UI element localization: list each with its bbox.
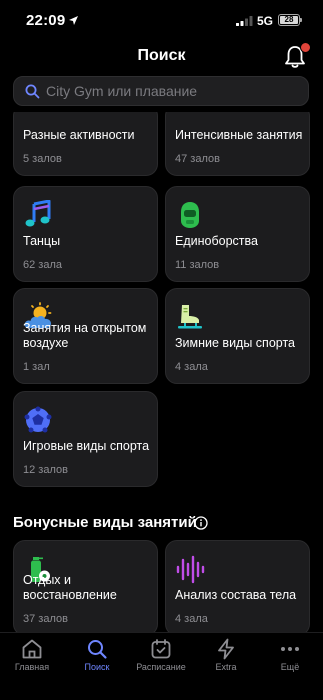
category-title: Танцы <box>23 234 61 248</box>
category-card-winter-sports[interactable]: Зимние виды спорта 4 зала <box>165 288 310 384</box>
info-icon[interactable] <box>194 516 208 530</box>
category-count: 62 зала <box>23 259 62 271</box>
more-dots-icon <box>281 647 299 651</box>
notification-badge <box>300 42 311 53</box>
category-title: Единоборства <box>175 234 258 248</box>
category-count: 1 зал <box>23 361 50 373</box>
category-title: Отдых и восстановление <box>23 573 117 602</box>
tab-extra[interactable]: Extra <box>196 637 256 672</box>
category-card-game-sports[interactable]: Игровые виды спорта 12 залов <box>13 391 158 487</box>
tab-label: Extra <box>215 662 237 672</box>
tab-more[interactable]: Ещё <box>260 637 320 672</box>
bonus-card-relaxation[interactable]: Отдых и восстановление 37 залов <box>13 540 158 636</box>
ice-skate-icon <box>178 305 202 329</box>
category-count: 12 залов <box>23 464 68 476</box>
page-title: Поиск <box>137 47 186 64</box>
category-title: Анализ состава тела <box>175 588 297 602</box>
home-icon <box>22 639 42 659</box>
location-arrow-icon <box>69 16 78 25</box>
category-card-intensive[interactable]: Интенсивные занятия 47 залов <box>165 112 310 176</box>
category-count: 47 залов <box>175 153 220 165</box>
tab-label: Ещё <box>280 662 300 672</box>
tab-label: Главная <box>14 662 50 672</box>
category-count: 4 зала <box>175 361 208 373</box>
bonus-card-body-analysis[interactable]: Анализ состава тела 4 зала <box>165 540 310 636</box>
search-icon <box>88 640 107 659</box>
battery-level: 28 <box>280 16 298 24</box>
music-note-icon <box>25 200 51 227</box>
body-analysis-wave-icon <box>176 555 205 584</box>
category-card-martial-arts[interactable]: Единоборства 11 залов <box>165 186 310 282</box>
status-bar: 22:09 5G 28 <box>0 0 323 44</box>
category-title: Занятия на открытом воздухе <box>23 321 147 350</box>
category-title: Разные активности <box>23 128 135 142</box>
category-count: 4 зала <box>175 613 208 625</box>
category-count: 11 залов <box>175 259 220 271</box>
search-input[interactable] <box>46 77 296 105</box>
bottom-tab-bar: Главная Поиск Расписание Extra Ещё <box>0 632 323 700</box>
calendar-icon <box>151 639 171 659</box>
tab-home[interactable]: Главная <box>2 637 62 672</box>
tab-search[interactable]: Поиск <box>67 637 127 672</box>
search-bar[interactable] <box>13 76 309 106</box>
category-scroll-area[interactable]: Разные активности 5 залов Интенсивные за… <box>0 112 323 638</box>
tab-schedule[interactable]: Расписание <box>131 637 191 672</box>
battery-icon: 28 <box>278 14 302 26</box>
category-card-mixed-activities[interactable]: Разные активности 5 залов <box>13 112 158 176</box>
status-time: 22:09 <box>26 12 66 29</box>
category-title: Интенсивные занятия <box>175 128 303 142</box>
category-card-outdoor[interactable]: Занятия на открытом воздухе 1 зал <box>13 288 158 384</box>
tab-label: Расписание <box>136 662 186 672</box>
category-count: 5 залов <box>23 153 62 165</box>
category-card-dance[interactable]: Танцы 62 зала <box>13 186 158 282</box>
category-count: 37 залов <box>23 613 68 625</box>
category-title: Игровые виды спорта <box>23 439 150 453</box>
category-title: Зимние виды спорта <box>175 336 295 350</box>
lightning-icon <box>218 638 234 660</box>
tab-label: Поиск <box>84 662 110 672</box>
game-ball-icon <box>24 406 52 433</box>
network-type: 5G <box>257 14 274 28</box>
search-icon <box>25 84 40 99</box>
bonus-section-title: Бонусные виды занятий <box>13 514 197 531</box>
cellular-signal-icon <box>236 16 253 26</box>
boxing-helmet-icon <box>181 202 199 228</box>
